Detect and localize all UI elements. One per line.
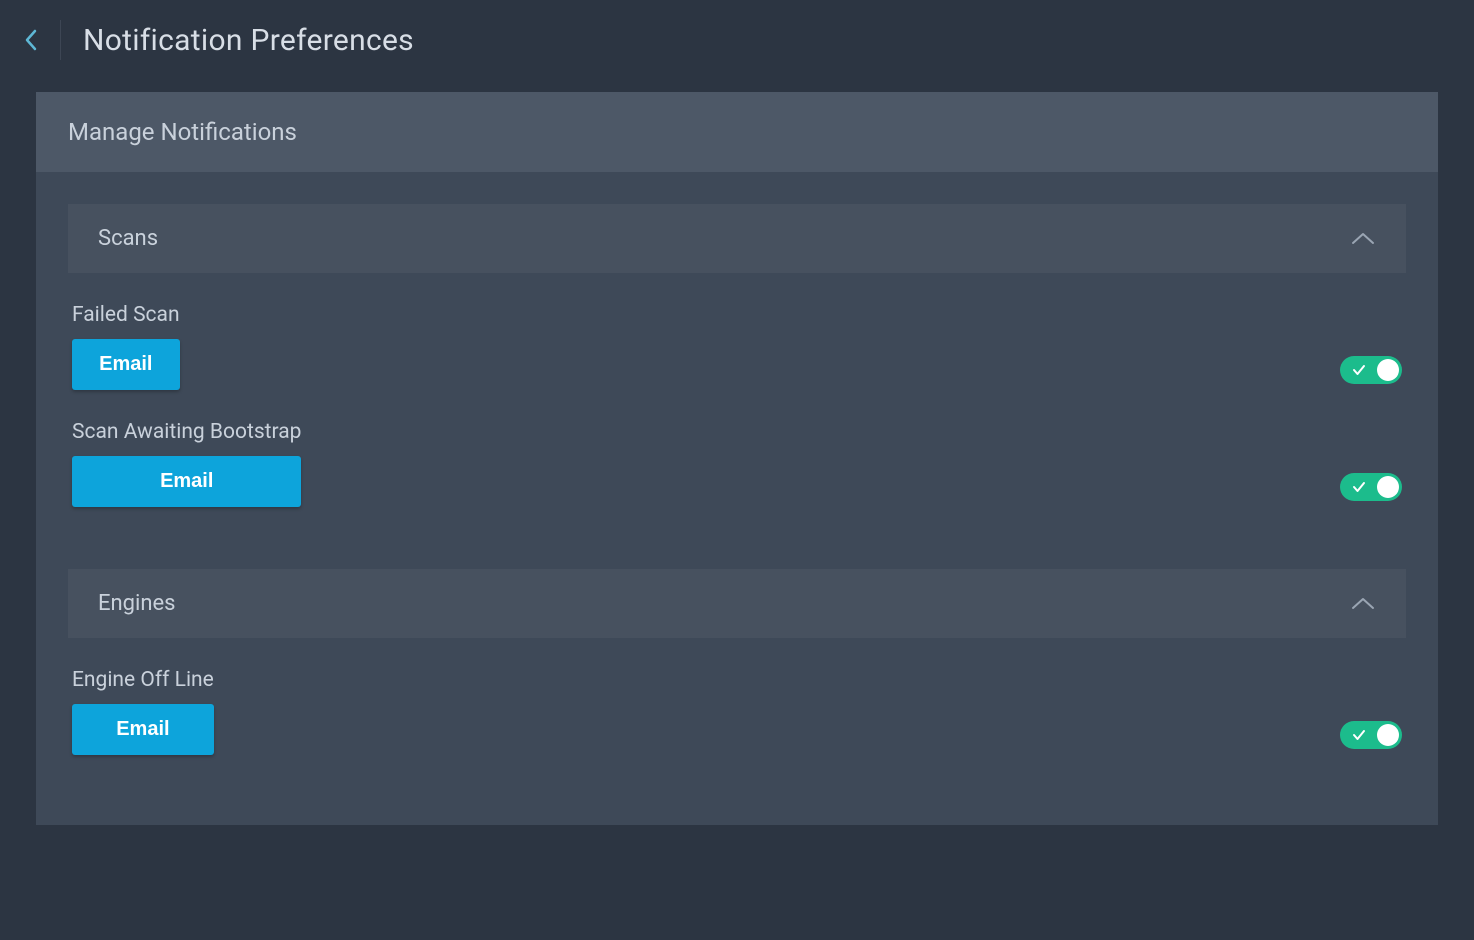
chevron-up-icon [1350, 231, 1376, 247]
notif-item-failed-scan: Failed Scan Email [68, 303, 1406, 420]
section-header-scans[interactable]: Scans [68, 204, 1406, 273]
notif-item-left: Failed Scan Email [72, 303, 180, 390]
notif-item-right [1340, 356, 1402, 390]
notif-label-scan-awaiting-bootstrap: Scan Awaiting Bootstrap [72, 420, 301, 444]
main-panel: Manage Notifications Scans Failed Scan E… [36, 92, 1438, 825]
notif-label-engine-off-line: Engine Off Line [72, 668, 214, 692]
toggle-knob [1377, 359, 1399, 381]
section-gap [68, 537, 1406, 569]
notif-item-scan-awaiting-bootstrap: Scan Awaiting Bootstrap Email [68, 420, 1406, 537]
toggle-knob [1377, 724, 1399, 746]
chevron-left-icon [24, 28, 38, 52]
check-icon [1352, 364, 1366, 376]
toggle-scan-awaiting-bootstrap[interactable] [1340, 473, 1402, 501]
email-button-scan-awaiting-bootstrap[interactable]: Email [72, 456, 301, 507]
email-button-failed-scan[interactable]: Email [72, 339, 180, 390]
section-header-engines[interactable]: Engines [68, 569, 1406, 638]
notif-item-right [1340, 473, 1402, 507]
email-button-engine-off-line[interactable]: Email [72, 704, 214, 755]
panel-header: Manage Notifications [36, 92, 1438, 172]
notif-label-failed-scan: Failed Scan [72, 303, 180, 327]
section-title-scans: Scans [98, 226, 158, 251]
section-title-engines: Engines [98, 591, 176, 616]
toggle-failed-scan[interactable] [1340, 356, 1402, 384]
toggle-knob [1377, 476, 1399, 498]
notif-item-left: Scan Awaiting Bootstrap Email [72, 420, 301, 507]
sections-wrap: Scans Failed Scan Email [36, 172, 1438, 785]
check-icon [1352, 729, 1366, 741]
toggle-engine-off-line[interactable] [1340, 721, 1402, 749]
notif-item-left: Engine Off Line Email [72, 668, 214, 755]
chevron-up-icon [1350, 596, 1376, 612]
check-icon [1352, 481, 1366, 493]
page-title: Notification Preferences [83, 23, 414, 58]
notif-item-engine-off-line: Engine Off Line Email [68, 668, 1406, 785]
notif-item-right [1340, 721, 1402, 755]
back-button[interactable] [24, 20, 61, 60]
top-header: Notification Preferences [0, 0, 1474, 80]
